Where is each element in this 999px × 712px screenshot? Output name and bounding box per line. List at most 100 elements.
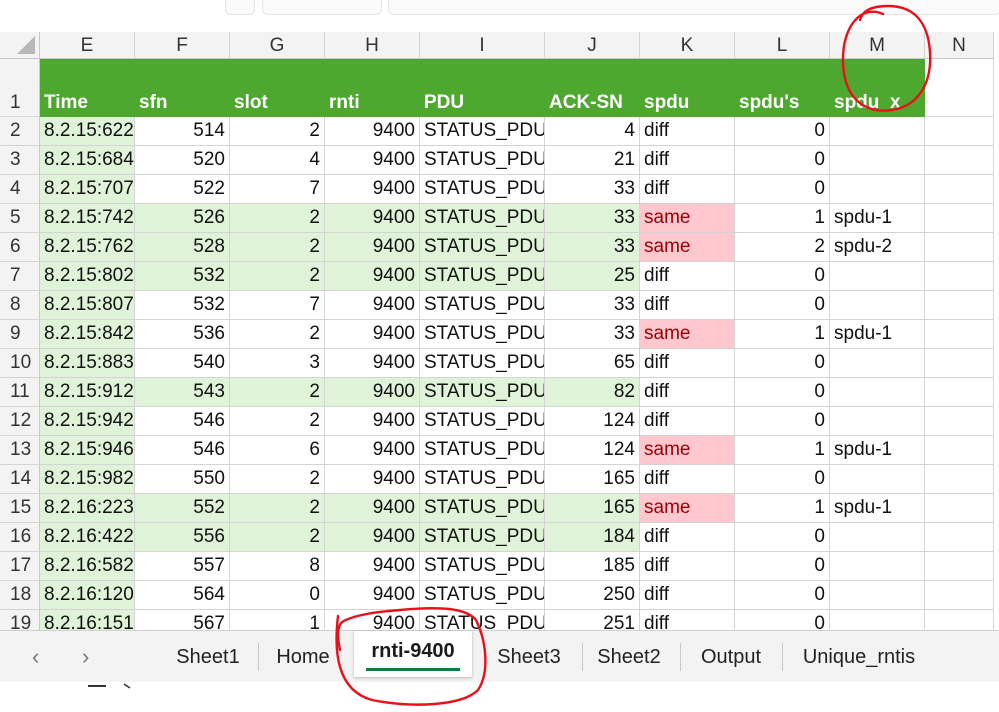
sheet-tab-output[interactable]: Output xyxy=(684,641,778,673)
cell-pdu[interactable]: STATUS_PDU xyxy=(420,117,545,146)
cell-rnti[interactable]: 9400 xyxy=(325,523,420,552)
cell-ack[interactable]: 25 xyxy=(545,262,640,291)
row-header[interactable]: 14 xyxy=(0,465,40,494)
header-cell[interactable]: sfn xyxy=(135,59,230,117)
header-cell[interactable]: slot xyxy=(230,59,325,117)
cell-time[interactable]: 8.2.15:946 xyxy=(40,436,135,465)
cell-pdu[interactable]: STATUS_PDU xyxy=(420,320,545,349)
cell-slot[interactable]: 2 xyxy=(230,262,325,291)
cell-ack[interactable]: 165 xyxy=(545,465,640,494)
cell-pdu[interactable]: STATUS_PDU xyxy=(420,204,545,233)
cell-rnti[interactable]: 9400 xyxy=(325,175,420,204)
column-header-g[interactable]: G xyxy=(230,32,325,59)
cell-slot[interactable]: 2 xyxy=(230,465,325,494)
cell-rnti[interactable]: 9400 xyxy=(325,378,420,407)
cell-ack[interactable]: 4 xyxy=(545,117,640,146)
cell-slot[interactable]: 3 xyxy=(230,349,325,378)
row-header[interactable]: 15 xyxy=(0,494,40,523)
cell-pdu[interactable]: STATUS_PDU xyxy=(420,262,545,291)
cell-sfn[interactable]: 557 xyxy=(135,552,230,581)
cell-spdu[interactable]: diff xyxy=(640,146,735,175)
cell-spdu[interactable]: diff xyxy=(640,552,735,581)
cell-time[interactable]: 8.2.16:120 xyxy=(40,581,135,610)
row-header[interactable]: 3 xyxy=(0,146,40,175)
cell-time[interactable]: 8.2.15:942 xyxy=(40,407,135,436)
cell-pdu[interactable]: STATUS_PDU xyxy=(420,581,545,610)
header-cell[interactable]: Time xyxy=(40,59,135,117)
cell-slot[interactable]: 8 xyxy=(230,552,325,581)
cell-spdu[interactable]: diff xyxy=(640,349,735,378)
cell-time[interactable]: 8.2.15:742 xyxy=(40,204,135,233)
cell-x[interactable] xyxy=(830,465,925,494)
cell-sfn[interactable]: 526 xyxy=(135,204,230,233)
cell-slot[interactable]: 6 xyxy=(230,436,325,465)
cell-count[interactable]: 0 xyxy=(735,291,830,320)
cell-pdu[interactable]: STATUS_PDU xyxy=(420,552,545,581)
cell-time[interactable]: 8.2.16:422 xyxy=(40,523,135,552)
cell-slot[interactable]: 2 xyxy=(230,407,325,436)
cell-sfn[interactable]: 536 xyxy=(135,320,230,349)
cell-ack[interactable]: 33 xyxy=(545,175,640,204)
cell-slot[interactable]: 2 xyxy=(230,523,325,552)
cell-x[interactable] xyxy=(830,523,925,552)
cell-slot[interactable]: 4 xyxy=(230,146,325,175)
cell-time[interactable]: 8.2.15:707 xyxy=(40,175,135,204)
cell-pdu[interactable]: STATUS_PDU xyxy=(420,349,545,378)
empty-cell[interactable] xyxy=(925,59,994,117)
cell-slot[interactable]: 7 xyxy=(230,291,325,320)
column-header-l[interactable]: L xyxy=(735,32,830,59)
cell-slot[interactable]: 0 xyxy=(230,581,325,610)
cell-pdu[interactable]: STATUS_PDU xyxy=(420,175,545,204)
cell-count[interactable]: 0 xyxy=(735,378,830,407)
cell-pdu[interactable]: STATUS_PDU xyxy=(420,436,545,465)
cell-count[interactable]: 0 xyxy=(735,117,830,146)
cell-time[interactable]: 8.2.15:762 xyxy=(40,233,135,262)
cell-rnti[interactable]: 9400 xyxy=(325,436,420,465)
cell-sfn[interactable]: 528 xyxy=(135,233,230,262)
empty-cell[interactable] xyxy=(925,117,994,146)
cell-time[interactable]: 8.2.15:912 xyxy=(40,378,135,407)
cell-sfn[interactable]: 556 xyxy=(135,523,230,552)
cell-rnti[interactable]: 9400 xyxy=(325,204,420,233)
cell-spdu[interactable]: same xyxy=(640,204,735,233)
cell-rnti[interactable]: 9400 xyxy=(325,494,420,523)
cell-ack[interactable]: 33 xyxy=(545,204,640,233)
cell-slot[interactable]: 2 xyxy=(230,233,325,262)
row-header[interactable]: 8 xyxy=(0,291,40,320)
cell-count[interactable]: 1 xyxy=(735,320,830,349)
cell-rnti[interactable]: 9400 xyxy=(325,233,420,262)
cell-count[interactable]: 2 xyxy=(735,233,830,262)
column-header-e[interactable]: E xyxy=(40,32,135,59)
empty-cell[interactable] xyxy=(925,146,994,175)
cell-ack[interactable]: 21 xyxy=(545,146,640,175)
empty-cell[interactable] xyxy=(925,523,994,552)
cell-rnti[interactable]: 9400 xyxy=(325,552,420,581)
cell-sfn[interactable]: 532 xyxy=(135,262,230,291)
row-header[interactable]: 10 xyxy=(0,349,40,378)
cell-sfn[interactable]: 543 xyxy=(135,378,230,407)
row-header[interactable]: 16 xyxy=(0,523,40,552)
cell-time[interactable]: 8.2.15:982 xyxy=(40,465,135,494)
empty-cell[interactable] xyxy=(925,262,994,291)
header-cell[interactable]: PDU xyxy=(420,59,545,117)
cell-ack[interactable]: 165 xyxy=(545,494,640,523)
cell-rnti[interactable]: 9400 xyxy=(325,117,420,146)
cell-x[interactable]: spdu-1 xyxy=(830,494,925,523)
cell-slot[interactable]: 7 xyxy=(230,175,325,204)
cell-pdu[interactable]: STATUS_PDU xyxy=(420,378,545,407)
cell-spdu[interactable]: diff xyxy=(640,378,735,407)
cell-spdu[interactable]: same xyxy=(640,320,735,349)
cell-sfn[interactable]: 564 xyxy=(135,581,230,610)
empty-cell[interactable] xyxy=(925,552,994,581)
cell-sfn[interactable]: 520 xyxy=(135,146,230,175)
cell-count[interactable]: 0 xyxy=(735,349,830,378)
empty-cell[interactable] xyxy=(925,233,994,262)
column-header-i[interactable]: I xyxy=(420,32,545,59)
column-header-m[interactable]: M xyxy=(830,32,925,59)
cell-count[interactable]: 0 xyxy=(735,523,830,552)
row-header[interactable]: 7 xyxy=(0,262,40,291)
cell-rnti[interactable]: 9400 xyxy=(325,349,420,378)
sheet-tab-sheet3[interactable]: Sheet3 xyxy=(486,641,572,673)
empty-cell[interactable] xyxy=(925,436,994,465)
cell-rnti[interactable]: 9400 xyxy=(325,146,420,175)
